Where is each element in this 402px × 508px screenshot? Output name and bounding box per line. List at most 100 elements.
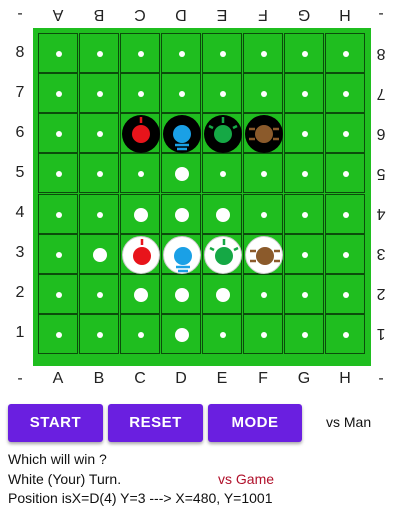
board-cell-h3[interactable] xyxy=(325,234,365,274)
board-cell-c2[interactable] xyxy=(120,274,160,314)
board-cell-f3[interactable] xyxy=(243,234,283,274)
row-label-right: 2 xyxy=(376,285,386,302)
board-cell-d7[interactable] xyxy=(161,73,201,113)
column-label: H xyxy=(339,370,351,387)
board-cell-c7[interactable] xyxy=(120,73,160,113)
cell-center-mark xyxy=(179,51,185,57)
board-cell-a5[interactable] xyxy=(38,153,78,193)
cell-center-mark xyxy=(56,212,62,218)
board-cell-a3[interactable] xyxy=(38,234,78,274)
board-cell-g6[interactable] xyxy=(284,113,324,153)
board-cell-b8[interactable] xyxy=(79,33,119,73)
board-cell-e4[interactable] xyxy=(202,194,242,234)
board-cell-g7[interactable] xyxy=(284,73,324,113)
board-cell-a1[interactable] xyxy=(38,314,78,354)
board-cell-c3[interactable] xyxy=(120,234,160,274)
board-cell-e2[interactable] xyxy=(202,274,242,314)
board-cell-e6[interactable] xyxy=(202,113,242,153)
board-cell-a6[interactable] xyxy=(38,113,78,153)
cell-center-mark xyxy=(56,51,62,57)
board-cell-h4[interactable] xyxy=(325,194,365,234)
board-cell-a7[interactable] xyxy=(38,73,78,113)
cell-center-mark xyxy=(261,91,267,97)
board-cell-b7[interactable] xyxy=(79,73,119,113)
column-label-top: D xyxy=(175,6,187,23)
board-cell-e3[interactable] xyxy=(202,234,242,274)
board-cell-e8[interactable] xyxy=(202,33,242,73)
board-cell-a8[interactable] xyxy=(38,33,78,73)
cell-center-mark xyxy=(179,91,185,97)
board-cell-g3[interactable] xyxy=(284,234,324,274)
board-cell-b6[interactable] xyxy=(79,113,119,153)
board-cell-b1[interactable] xyxy=(79,314,119,354)
board-cell-a4[interactable] xyxy=(38,194,78,234)
board-cell-d2[interactable] xyxy=(161,274,201,314)
board-cell-g2[interactable] xyxy=(284,274,324,314)
start-button[interactable]: START xyxy=(8,404,103,442)
board-cell-c5[interactable] xyxy=(120,153,160,193)
corner-mark: - xyxy=(17,370,23,387)
board-cell-e5[interactable] xyxy=(202,153,242,193)
board-cell-g8[interactable] xyxy=(284,33,324,73)
cell-center-mark xyxy=(302,91,308,97)
mode-button[interactable]: MODE xyxy=(208,404,302,442)
game-board xyxy=(33,28,371,366)
black-piece-brown xyxy=(245,115,283,153)
cell-center-mark xyxy=(343,51,349,57)
board-cell-h5[interactable] xyxy=(325,153,365,193)
column-label: G xyxy=(297,370,311,387)
board-cell-g1[interactable] xyxy=(284,314,324,354)
board-cell-b3[interactable] xyxy=(79,234,119,274)
board-cell-e7[interactable] xyxy=(202,73,242,113)
cell-center-mark xyxy=(302,252,308,258)
reset-button[interactable]: RESET xyxy=(108,404,203,442)
board-cell-g4[interactable] xyxy=(284,194,324,234)
board-cell-f5[interactable] xyxy=(243,153,283,193)
column-label: F xyxy=(258,370,268,387)
brown-player-icon xyxy=(249,125,279,143)
board-cell-f1[interactable] xyxy=(243,314,283,354)
board-cell-h1[interactable] xyxy=(325,314,365,354)
cell-center-mark xyxy=(343,171,349,177)
column-label-top: B xyxy=(93,6,105,23)
status-question: Which will win ? xyxy=(8,451,107,467)
cell-center-mark xyxy=(343,292,349,298)
board-cell-d6[interactable] xyxy=(161,113,201,153)
board-cell-f4[interactable] xyxy=(243,194,283,234)
board-cell-b5[interactable] xyxy=(79,153,119,193)
board-cell-c6[interactable] xyxy=(120,113,160,153)
corner-mark: - xyxy=(17,5,23,22)
cell-center-mark xyxy=(56,91,62,97)
cell-center-mark xyxy=(220,51,226,57)
row-label: 7 xyxy=(15,84,25,101)
cell-center-mark xyxy=(97,51,103,57)
board-cell-d8[interactable] xyxy=(161,33,201,73)
board-cell-g5[interactable] xyxy=(284,153,324,193)
board-cell-h8[interactable] xyxy=(325,33,365,73)
board-cell-f8[interactable] xyxy=(243,33,283,73)
status-turn: White (Your) Turn. xyxy=(8,471,122,487)
board-cell-h2[interactable] xyxy=(325,274,365,314)
move-hint-dot xyxy=(134,208,148,222)
board-cell-h6[interactable] xyxy=(325,113,365,153)
board-cell-b2[interactable] xyxy=(79,274,119,314)
board-cell-b4[interactable] xyxy=(79,194,119,234)
board-cell-d4[interactable] xyxy=(161,194,201,234)
board-cell-f2[interactable] xyxy=(243,274,283,314)
cell-center-mark xyxy=(56,131,62,137)
cell-center-mark xyxy=(261,332,267,338)
board-cell-a2[interactable] xyxy=(38,274,78,314)
board-cell-d3[interactable] xyxy=(161,234,201,274)
row-label-right: 1 xyxy=(376,325,386,342)
cell-center-mark xyxy=(302,332,308,338)
board-cell-f6[interactable] xyxy=(243,113,283,153)
board-cell-h7[interactable] xyxy=(325,73,365,113)
board-cell-c4[interactable] xyxy=(120,194,160,234)
board-cell-d5[interactable] xyxy=(161,153,201,193)
board-cell-f7[interactable] xyxy=(243,73,283,113)
board-cell-e1[interactable] xyxy=(202,314,242,354)
board-cell-d1[interactable] xyxy=(161,314,201,354)
board-cell-c1[interactable] xyxy=(120,314,160,354)
board-cell-c8[interactable] xyxy=(120,33,160,73)
white-piece-brown xyxy=(245,236,283,274)
